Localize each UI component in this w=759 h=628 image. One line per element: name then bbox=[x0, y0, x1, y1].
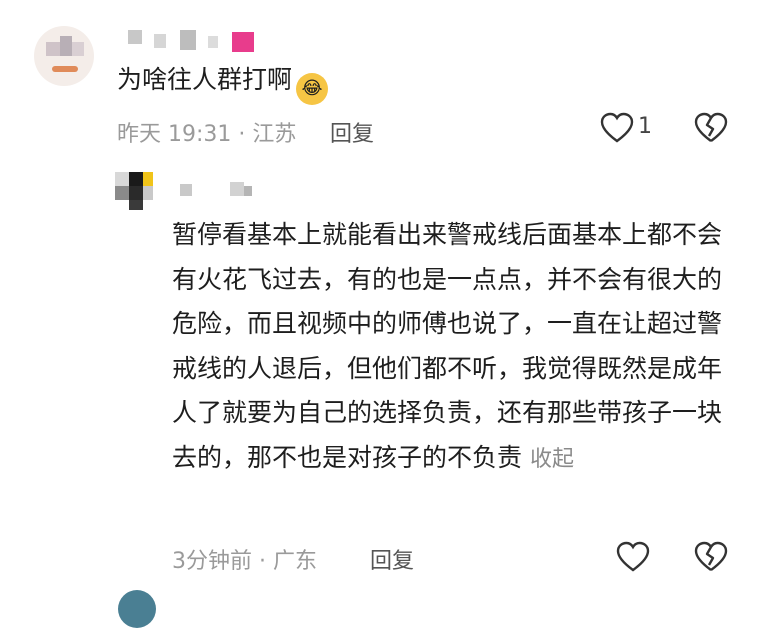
reply-meta: 3分钟前 · 广东 bbox=[172, 543, 317, 575]
reply-like-button[interactable] bbox=[616, 541, 650, 573]
reply-reply-button[interactable]: 回复 bbox=[370, 543, 414, 575]
reply-text: 暂停看基本上就能看出来警戒线后面基本上都不会有火花飞过去，有的也是一点点，并不会… bbox=[172, 213, 732, 482]
reply-button[interactable]: 回复 bbox=[330, 116, 374, 148]
like-count: 1 bbox=[638, 114, 652, 139]
heart-outline-icon bbox=[616, 541, 650, 572]
reply-dislike-button[interactable] bbox=[694, 541, 728, 573]
broken-heart-icon bbox=[694, 541, 728, 571]
collapse-button[interactable]: 收起 bbox=[530, 447, 574, 472]
reply-time: 3分钟前 bbox=[172, 549, 252, 574]
comment-body: 为啥往人群打啊 bbox=[117, 65, 293, 94]
next-avatar-partial[interactable] bbox=[118, 590, 156, 628]
like-button[interactable]: 1 bbox=[600, 112, 660, 146]
crying-laughing-emoji: 😂 bbox=[296, 73, 329, 105]
reply-username-obscured[interactable] bbox=[180, 180, 300, 200]
comment-text: 为啥往人群打啊 😂 bbox=[117, 62, 329, 105]
comment-location: · 江苏 bbox=[238, 122, 297, 147]
broken-heart-icon bbox=[694, 112, 728, 142]
reply-body: 暂停看基本上就能看出来警戒线后面基本上都不会有火花飞过去，有的也是一点点，并不会… bbox=[172, 220, 723, 472]
avatar[interactable] bbox=[34, 26, 94, 86]
comment-time: 昨天 19:31 bbox=[117, 122, 232, 147]
reply-avatar[interactable] bbox=[115, 172, 153, 210]
heart-outline-icon bbox=[600, 112, 634, 143]
reply-location: · 广东 bbox=[259, 549, 317, 574]
username-obscured[interactable] bbox=[128, 28, 268, 52]
dislike-button[interactable] bbox=[694, 112, 728, 144]
comment-meta: 昨天 19:31 · 江苏 bbox=[117, 116, 296, 148]
